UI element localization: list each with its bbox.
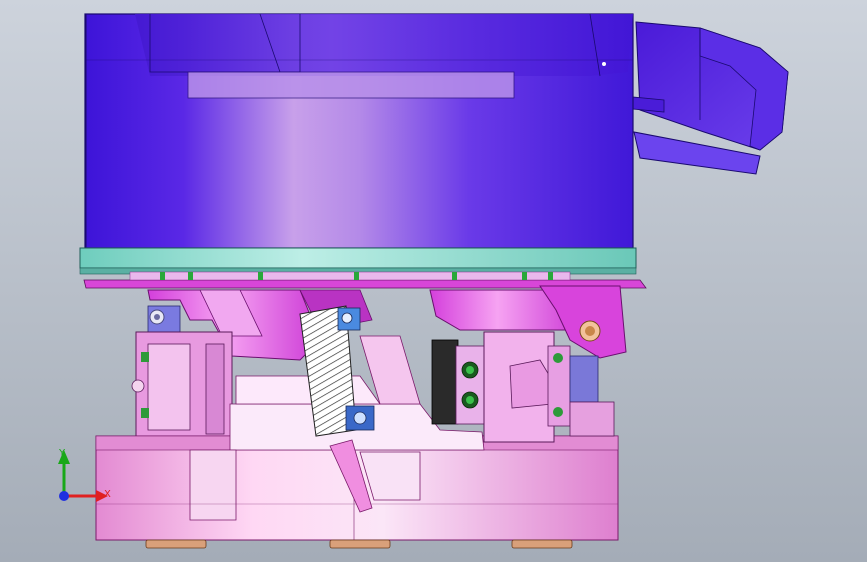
z-axis-dot <box>59 491 69 501</box>
cad-model-canvas[interactable]: Y X <box>0 0 867 562</box>
left-drive-unit <box>131 331 233 437</box>
y-axis-label: Y <box>58 448 66 459</box>
x-axis-label: X <box>104 489 111 500</box>
vibratory-bowl[interactable] <box>84 13 634 249</box>
cad-viewport[interactable]: Y X <box>0 0 867 562</box>
bowl-base-ring <box>79 247 637 275</box>
base-feet <box>145 539 573 549</box>
